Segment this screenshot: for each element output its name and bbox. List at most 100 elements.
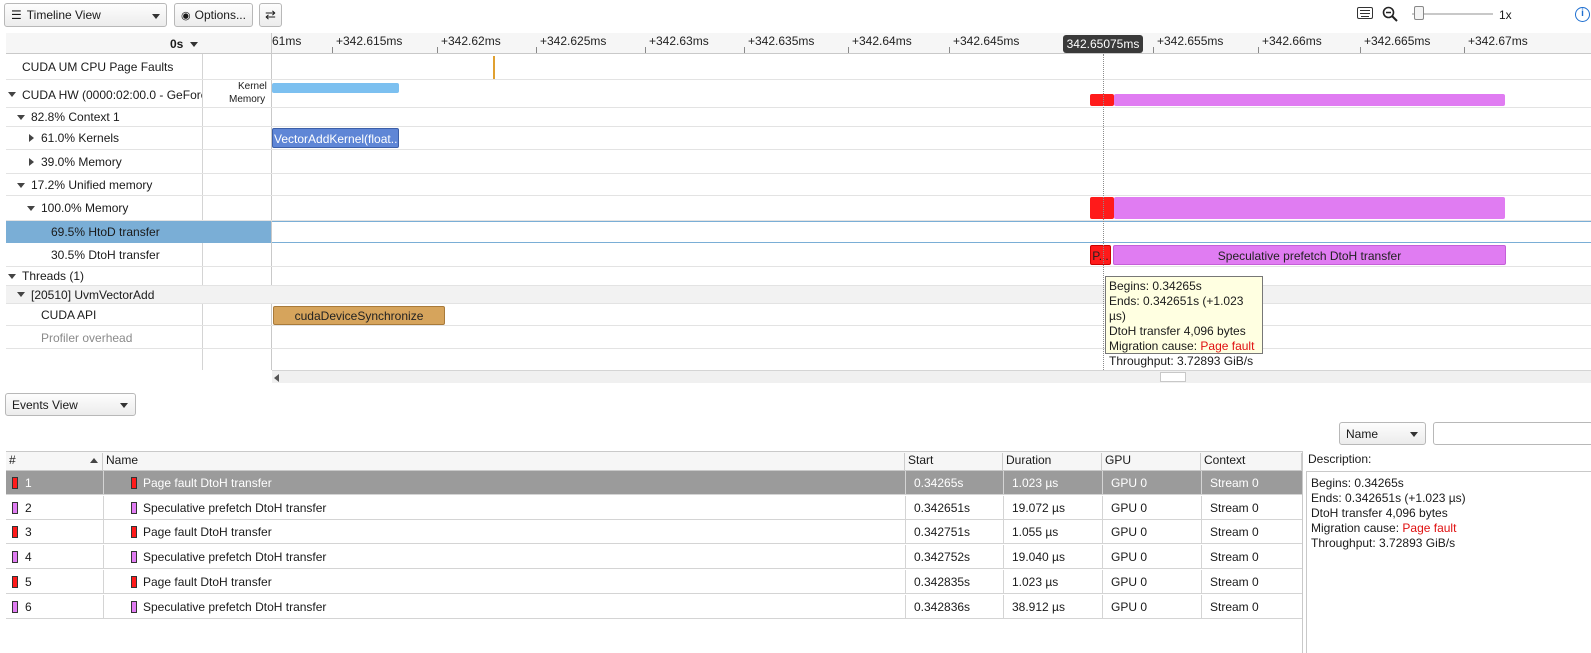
column-header-name[interactable]: Name (103, 453, 905, 470)
description-title: Description: (1308, 452, 1372, 466)
cell-duration: 38.912 µs (1012, 599, 1065, 614)
sort-ascending-icon (90, 458, 98, 463)
collapse-icon[interactable] (29, 158, 34, 166)
row-memory[interactable]: 39.0% Memory (6, 150, 1591, 174)
tooltip-ends: Ends: 0.342651s (+1.023 µs) (1109, 294, 1244, 323)
column-separator (1102, 594, 1103, 619)
table-row[interactable]: 5 Page fault DtoH transfer 0.342835s 1.023 … (6, 569, 1302, 594)
row-cuda-api[interactable]: CUDA API (6, 304, 1591, 326)
row-profiler-overhead[interactable]: Profiler overhead (6, 326, 1591, 349)
row-label: 61.0% Kernels (41, 131, 120, 145)
row-htod-track[interactable] (272, 221, 1591, 243)
table-row[interactable]: 3 Page fault DtoH transfer 0.342751s 1.055 … (6, 520, 1302, 545)
row-label: 69.5% HtoD transfer (51, 225, 160, 239)
page-fault-marker[interactable] (493, 56, 495, 79)
column-separator (103, 471, 104, 495)
zoom-slider[interactable] (1412, 6, 1493, 22)
row-label: Threads (1) (22, 269, 85, 283)
view-selector-dropdown[interactable]: ☰ Timeline View (4, 3, 167, 27)
kernel-bar[interactable]: VectorAddKernel(float... (272, 128, 399, 148)
table-row[interactable]: 2 Speculative prefetch DtoH transfer 0.342… (6, 495, 1302, 520)
cell-id: 6 (25, 599, 32, 614)
scrollbar-thumb[interactable] (1160, 372, 1186, 382)
column-separator (905, 495, 906, 520)
events-view-dropdown[interactable]: Events View (5, 393, 136, 416)
hw-prefetch-bar[interactable] (1114, 94, 1505, 106)
ruler-tick-mark (1360, 47, 1361, 53)
time-origin-selector[interactable]: 0s (170, 37, 198, 51)
column-separator (1003, 594, 1004, 619)
chevron-down-icon (1410, 432, 1418, 437)
column-separator (1201, 520, 1202, 545)
row-label: 82.8% Context 1 (31, 110, 120, 124)
column-header-duration[interactable]: Duration (1003, 453, 1102, 470)
zoom-out-icon[interactable] (1382, 6, 1398, 22)
column-header-gpu[interactable]: GPU (1102, 453, 1201, 470)
event-color-swatch (12, 575, 18, 588)
table-row[interactable]: 4 Speculative prefetch DtoH transfer 0.342… (6, 545, 1302, 570)
filter-field-dropdown[interactable]: Name (1339, 422, 1426, 445)
expand-icon[interactable] (17, 292, 25, 297)
um-fault-bar[interactable] (1090, 197, 1114, 219)
ruler-tick-label: +342.63ms (649, 34, 709, 48)
events-view-label: Events View (12, 397, 78, 412)
column-separator (905, 594, 906, 619)
expand-icon[interactable] (27, 206, 35, 211)
info-icon[interactable]: i (1575, 7, 1590, 22)
row-label: 100.0% Memory (41, 201, 129, 215)
event-color-swatch (12, 526, 18, 539)
cell-gpu: GPU 0 (1111, 500, 1148, 515)
row-um-page-faults[interactable]: CUDA UM CPU Page Faults (6, 54, 1591, 80)
memory-activity-bar[interactable] (272, 83, 399, 93)
cell-context: Stream 0 (1210, 500, 1259, 515)
table-row[interactable]: 1 Page fault DtoH transfer 0.34265s 1.023 µ… (6, 471, 1302, 495)
collapse-icon[interactable] (29, 134, 34, 142)
zoom-slider-thumb[interactable] (1414, 6, 1425, 20)
um-prefetch-bar[interactable] (1114, 197, 1505, 219)
cell-context: Stream 0 (1210, 574, 1259, 589)
column-separator (1201, 545, 1202, 570)
row-htod-selected[interactable]: 69.5% HtoD transfer (6, 221, 271, 243)
row-unified-memory[interactable]: 17.2% Unified memory (6, 174, 1591, 196)
row-kernels[interactable]: 61.0% Kernels (6, 127, 1591, 150)
cuda-api-call-bar[interactable]: cudaDeviceSynchronize (273, 306, 445, 325)
column-separator (1102, 569, 1103, 594)
cell-name: Speculative prefetch DtoH transfer (143, 550, 327, 565)
expand-icon[interactable] (8, 92, 16, 97)
keyboard-icon[interactable] (1357, 7, 1373, 19)
options-button[interactable]: ◉ Options... (174, 3, 253, 27)
column-separator (1003, 569, 1004, 594)
cell-gpu: GPU 0 (1111, 550, 1148, 565)
column-separator (1102, 471, 1103, 495)
kernel-bar-label: VectorAddKernel(float... (274, 132, 399, 146)
row-threads[interactable]: Threads (1) (6, 267, 1591, 286)
ruler-tick-mark (437, 47, 438, 53)
column-header-label: Start (908, 453, 934, 467)
expand-icon[interactable] (17, 115, 25, 120)
description-cause-label: Migration cause: (1311, 521, 1403, 535)
cell-start: 0.342751s (914, 525, 971, 540)
row-label: 30.5% DtoH transfer (51, 248, 160, 262)
dtoh-prefetch-bar[interactable]: Speculative prefetch DtoH transfer (1113, 245, 1506, 265)
filter-search-input[interactable] (1433, 422, 1591, 445)
dtoh-fault-bar[interactable]: P... (1090, 245, 1111, 265)
scroll-left-arrow-icon[interactable] (274, 374, 279, 382)
expand-icon[interactable] (8, 274, 16, 279)
row-context-1[interactable]: 82.8% Context 1 (6, 108, 1591, 127)
swap-button[interactable]: ⇄ (259, 3, 282, 27)
expand-icon[interactable] (17, 183, 25, 188)
tooltip-throughput: Throughput: 3.72893 GiB/s (1109, 354, 1254, 368)
column-header-context[interactable]: Context (1201, 453, 1302, 470)
ruler-tick-label: +342.62ms (441, 34, 501, 48)
column-separator (1102, 520, 1103, 545)
timeline-horizontal-scrollbar[interactable] (272, 370, 1591, 383)
cell-start: 0.342651s (914, 500, 971, 515)
table-row[interactable]: 6 Speculative prefetch DtoH transfer 0.342… (6, 594, 1302, 619)
column-header-start[interactable]: Start (905, 453, 1003, 470)
row-label: CUDA API (41, 308, 97, 322)
hw-fault-bar[interactable] (1090, 94, 1114, 106)
cell-id: 1 (25, 476, 32, 490)
column-header-id[interactable]: # (6, 453, 103, 470)
cell-start: 0.34265s (914, 476, 964, 490)
row-thread[interactable]: [20510] UvmVectorAdd (6, 286, 1591, 304)
